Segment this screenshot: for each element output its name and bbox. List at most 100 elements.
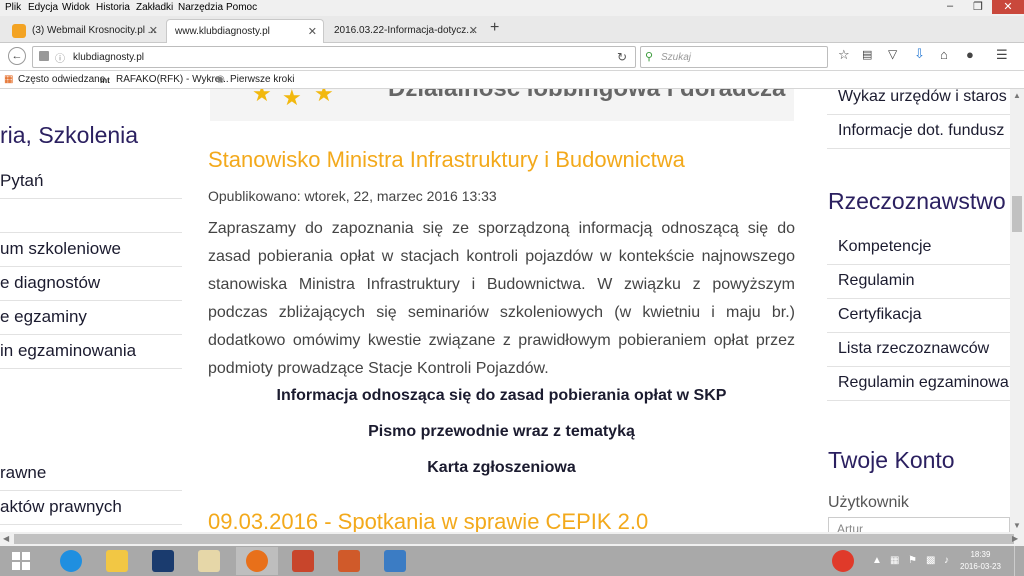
scrollbar-thumb[interactable] xyxy=(1012,196,1022,232)
menu-file[interactable]: Plik xyxy=(5,2,21,13)
menu-view[interactable]: Widok xyxy=(62,2,90,13)
close-tab-icon[interactable]: ✕ xyxy=(308,25,317,38)
username-field[interactable]: Artur xyxy=(828,517,1010,532)
star-icon: ★ xyxy=(282,89,302,110)
menu-bar: Plik Edycja Widok Historia Zakładki Narz… xyxy=(0,0,1024,16)
close-tab-icon[interactable]: ✕ xyxy=(469,24,478,37)
link-registration-form[interactable]: Karta zgłoszeniowa xyxy=(208,459,795,477)
left-sidebar-item[interactable]: e diagnostów xyxy=(0,267,182,301)
scrollbar-thumb[interactable] xyxy=(14,534,1014,544)
firefox-icon xyxy=(246,550,268,572)
username-label: Użytkownik xyxy=(828,494,909,511)
taskbar-ie[interactable] xyxy=(50,547,92,575)
account-heading: Twoje Konto xyxy=(828,447,955,473)
scroll-down-icon[interactable]: ▼ xyxy=(1013,521,1021,530)
tab-label: (3) Webmail Krosnocity.pl ... xyxy=(32,25,157,36)
bookmark-frequently-visited[interactable]: Często odwiedzane xyxy=(18,74,105,85)
pocket-icon[interactable]: ▽ xyxy=(888,47,897,61)
link-cover-letter[interactable]: Pismo przewodnie wraz z tematyką xyxy=(208,423,795,441)
start-button[interactable] xyxy=(0,547,42,575)
right-sidebar-item[interactable]: Certyfikacja xyxy=(827,299,1010,333)
bookmark-getting-started[interactable]: Pierwsze kroki xyxy=(230,74,294,85)
powerpoint-icon xyxy=(292,550,314,572)
minimize-icon[interactable]: – xyxy=(936,0,964,14)
search-icon: ⚲ xyxy=(645,51,654,63)
back-arrow-icon[interactable]: ← xyxy=(8,47,26,65)
clock[interactable]: 18:39 2016-03-23 xyxy=(960,549,1001,573)
taskbar-powerpoint[interactable] xyxy=(282,547,324,575)
taskbar-monitor[interactable] xyxy=(142,547,184,575)
taskbar-image-viewer[interactable] xyxy=(374,547,416,575)
article-title[interactable]: Stanowisko Ministra Infrastruktury i Bud… xyxy=(208,147,685,173)
download-icon[interactable]: ⇩ xyxy=(914,46,925,62)
url-text[interactable]: klubdiagnosty.pl xyxy=(73,52,144,63)
taskbar-pdf[interactable] xyxy=(328,547,370,575)
scroll-up-icon[interactable]: ▲ xyxy=(1013,91,1021,100)
tray-network-icon[interactable]: ▩ xyxy=(926,555,935,566)
right-sidebar-item[interactable]: Regulamin xyxy=(827,265,1010,299)
taskbar-notification-app[interactable] xyxy=(822,547,864,575)
chat-icon[interactable]: ● xyxy=(966,47,974,62)
image-viewer-icon xyxy=(384,550,406,572)
menu-bookmarks[interactable]: Zakładki xyxy=(136,2,173,13)
bookmark-star-icon[interactable]: ☆ xyxy=(838,47,850,63)
menu-history[interactable]: Historia xyxy=(96,2,130,13)
tab-label: www.klubdiagnosty.pl xyxy=(175,26,270,37)
reload-icon[interactable]: ↻ xyxy=(617,50,627,64)
tray-battery-icon[interactable]: ▦ xyxy=(890,555,899,566)
tab-informacja[interactable]: 2016.03.22-Informacja-dotycz... ✕ xyxy=(326,19,484,43)
tab-bar: (3) Webmail Krosnocity.pl ... ✕ www.klub… xyxy=(0,16,1024,43)
link-info-skp[interactable]: Informacja odnosząca się do zasad pobier… xyxy=(208,387,795,405)
tray-volume-icon[interactable]: ♪ xyxy=(944,555,949,566)
left-sidebar-item[interactable]: um szkoleniowe xyxy=(0,233,182,267)
article2-title[interactable]: 09.03.2016 - Spotkania w sprawie CEPIK 2… xyxy=(208,509,648,532)
menu-hamburger-icon[interactable]: ☰ xyxy=(996,47,1008,63)
restore-icon[interactable]: ❐ xyxy=(964,0,992,14)
webmail-favicon-icon xyxy=(12,24,26,38)
globe-icon: ◉ xyxy=(216,74,225,85)
tray-chevron-icon[interactable]: ▲ xyxy=(872,555,882,566)
close-tab-icon[interactable]: ✕ xyxy=(149,24,158,37)
horizontal-scrollbar[interactable]: ◀ ▶ xyxy=(0,532,1024,546)
search-placeholder: Szukaj xyxy=(661,52,692,63)
rzeczoznawstwo-heading: Rzeczoznawstwo xyxy=(828,188,1006,214)
tray-flag-icon[interactable]: ⚑ xyxy=(908,555,917,566)
search-input[interactable]: ⚲ Szukaj xyxy=(640,46,828,68)
tab-klubdiagnosty[interactable]: www.klubdiagnosty.pl ✕ xyxy=(166,19,324,43)
menu-tools[interactable]: Narzędzia xyxy=(178,2,223,13)
left-sidebar-item[interactable]: Pytań xyxy=(0,165,182,199)
right-sidebar-item[interactable]: Lista rzeczoznawców xyxy=(827,333,1010,367)
alert-icon xyxy=(832,550,854,572)
taskbar: ▲ ▦ ⚑ ▩ ♪ 18:39 2016-03-23 xyxy=(0,546,1024,576)
info-icon[interactable]: ⓘ xyxy=(55,50,65,65)
left-sidebar-item[interactable] xyxy=(0,199,182,233)
url-bar[interactable]: ⓘ klubdiagnosty.pl ↻ xyxy=(32,46,636,68)
page-icon xyxy=(39,51,49,61)
star-icon: ★ xyxy=(252,89,272,106)
new-tab-icon[interactable]: + xyxy=(490,19,499,37)
close-window-icon[interactable]: ✕ xyxy=(992,0,1024,14)
right-sidebar-item[interactable]: Wykaz urzędów i staros xyxy=(827,89,1010,115)
taskbar-explorer[interactable] xyxy=(96,547,138,575)
right-sidebar-item[interactable]: Regulamin egzaminowa xyxy=(827,367,1010,401)
scroll-right-icon[interactable]: ▶ xyxy=(1012,534,1018,543)
taskbar-firefox[interactable] xyxy=(236,547,278,575)
scroll-left-icon[interactable]: ◀ xyxy=(3,534,9,543)
vertical-scrollbar[interactable]: ▲ ▼ xyxy=(1010,89,1024,532)
taskbar-folder[interactable] xyxy=(188,547,230,575)
menu-help[interactable]: Pomoc xyxy=(226,2,257,13)
right-sidebar: Wykaz urzędów i staros Informacje dot. f… xyxy=(827,89,1010,532)
tab-webmail[interactable]: (3) Webmail Krosnocity.pl ... ✕ xyxy=(2,19,164,43)
home-icon[interactable]: ⌂ xyxy=(940,47,948,62)
right-sidebar-item[interactable]: Informacje dot. fundusz xyxy=(827,115,1010,149)
left-sidebar-item[interactable]: rawne xyxy=(0,457,182,491)
left-sidebar-item[interactable]: in egzaminowania xyxy=(0,335,182,369)
left-sidebar-item[interactable]: aktów prawnych xyxy=(0,491,182,525)
menu-edit[interactable]: Edycja xyxy=(28,2,58,13)
show-desktop-button[interactable] xyxy=(1014,546,1024,576)
reading-list-icon[interactable]: ▤ xyxy=(862,48,872,61)
right-sidebar-item[interactable]: Kompetencje xyxy=(827,231,1010,265)
published-date: Opublikowano: wtorek, 22, marzec 2016 13… xyxy=(208,188,497,204)
bookmark-rafako[interactable]: RAFAKO(RFK) - Wykre... xyxy=(116,74,229,85)
left-sidebar-item[interactable]: e egzaminy xyxy=(0,301,182,335)
